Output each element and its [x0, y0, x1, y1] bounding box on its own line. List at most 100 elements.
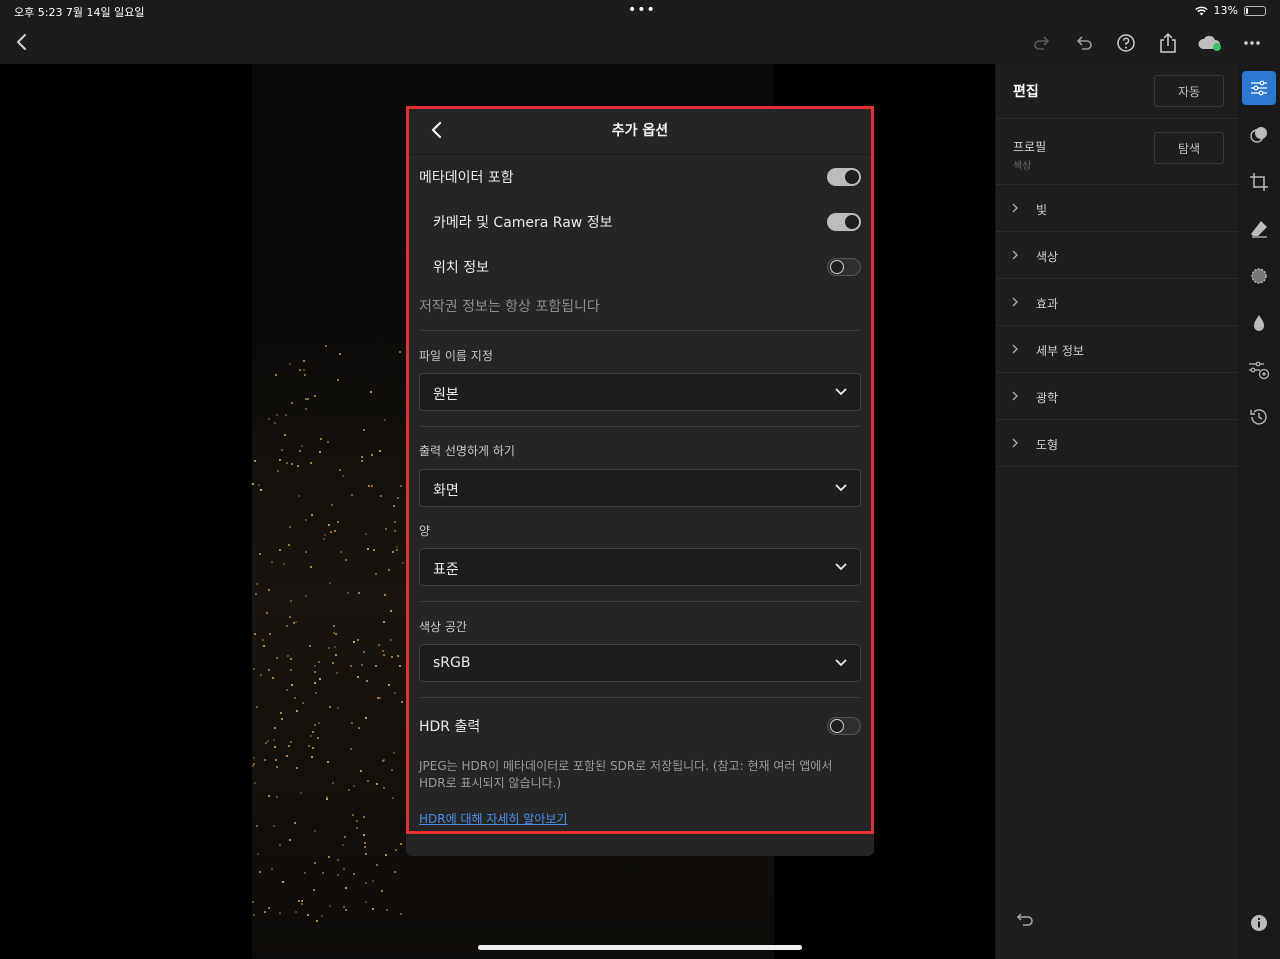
browse-button[interactable]: 탐색	[1154, 132, 1224, 164]
section-light[interactable]: 빛	[996, 185, 1238, 232]
presets-icon[interactable]	[1242, 353, 1276, 387]
city-light	[372, 549, 375, 552]
back-icon[interactable]	[12, 30, 32, 54]
chevron-right-icon	[1012, 203, 1018, 213]
color-drop-icon[interactable]	[1242, 306, 1276, 340]
location-toggle[interactable]	[827, 258, 861, 276]
city-light	[397, 654, 400, 657]
city-light	[336, 378, 339, 381]
hdr-learn-more-link[interactable]: HDR에 대해 자세히 알아보기	[419, 810, 567, 827]
city-light	[277, 470, 280, 473]
city-light	[332, 624, 335, 627]
city-light	[283, 433, 286, 436]
city-light	[308, 644, 311, 647]
city-light	[273, 422, 276, 425]
city-light	[285, 414, 288, 416]
city-light	[253, 667, 256, 670]
filename-value: 원본	[433, 387, 459, 403]
city-light	[288, 838, 291, 841]
chevron-right-icon	[1012, 438, 1018, 448]
city-light	[321, 872, 324, 875]
history-icon[interactable]	[1242, 400, 1276, 434]
city-light	[350, 748, 353, 751]
section-effects[interactable]: 효과	[996, 279, 1238, 326]
city-light	[334, 646, 337, 649]
city-light	[362, 815, 365, 818]
additional-options-dialog: 추가 옵션 메타데이터 포함 카메라 및 Camera Raw 정보 위치 정보…	[406, 106, 874, 856]
city-light	[329, 705, 332, 708]
section-color[interactable]: 색상	[996, 232, 1238, 279]
city-light	[303, 368, 305, 371]
section-detail[interactable]: 세부 정보	[996, 326, 1238, 373]
city-light	[289, 600, 292, 603]
auto-button[interactable]: 자동	[1154, 75, 1224, 107]
city-light	[259, 488, 262, 491]
filename-select[interactable]: 원본	[419, 373, 861, 411]
city-light	[312, 888, 315, 891]
amount-select[interactable]: 표준	[419, 548, 861, 586]
city-light	[399, 843, 402, 846]
section-optics[interactable]: 광학	[996, 373, 1238, 420]
camera-raw-toggle[interactable]	[827, 213, 861, 231]
undo-icon[interactable]	[1066, 28, 1102, 58]
share-icon[interactable]	[1150, 28, 1186, 58]
selective-icon[interactable]	[1242, 259, 1276, 293]
city-light	[388, 568, 391, 571]
city-light	[296, 464, 299, 467]
city-light	[254, 782, 257, 785]
city-light	[294, 621, 297, 624]
hdr-toggle[interactable]	[827, 717, 861, 735]
city-light	[385, 853, 388, 856]
profile-row: 프로필 색상 탐색	[996, 119, 1238, 185]
sharpen-select[interactable]: 화면	[419, 469, 861, 507]
section-label: 세부 정보	[1036, 344, 1084, 358]
reset-icon[interactable]	[1014, 909, 1036, 929]
metadata-toggle[interactable]	[827, 168, 861, 186]
city-light	[256, 853, 259, 856]
cloud-sync-icon[interactable]	[1192, 28, 1228, 58]
city-light	[390, 639, 393, 641]
city-light	[326, 441, 329, 444]
city-light	[275, 766, 278, 768]
city-light	[253, 757, 256, 760]
profile-value: 색상	[1013, 161, 1032, 172]
section-label: 도형	[1036, 438, 1059, 452]
colorspace-select[interactable]: sRGB	[419, 644, 861, 682]
masking-icon[interactable]	[1242, 118, 1276, 152]
city-light	[253, 460, 256, 462]
city-light	[307, 745, 310, 747]
city-light	[254, 593, 257, 596]
section-label: 빛	[1036, 203, 1048, 217]
help-icon[interactable]	[1108, 28, 1144, 58]
city-light	[252, 762, 255, 765]
city-light	[321, 915, 324, 918]
toggle-knob	[830, 719, 844, 733]
healing-icon[interactable]	[1242, 212, 1276, 246]
city-light	[344, 909, 347, 912]
city-light	[293, 696, 296, 699]
city-light	[367, 485, 370, 488]
city-light	[366, 779, 369, 782]
edit-sliders-icon[interactable]	[1242, 71, 1276, 105]
multitasking-dots[interactable]: •••	[628, 2, 656, 18]
status-bar: 오후 5:23 7월 14일 일요일 ••• 13%	[0, 0, 1280, 22]
hdr-label: HDR 출력	[419, 719, 481, 735]
city-light	[297, 495, 300, 498]
city-light	[278, 843, 281, 846]
home-indicator[interactable]	[478, 945, 802, 950]
city-light	[274, 746, 276, 749]
chevron-down-icon	[835, 484, 847, 492]
city-light	[391, 796, 394, 799]
city-light	[278, 912, 281, 915]
chevron-right-icon	[1012, 250, 1018, 260]
city-light	[382, 653, 385, 656]
city-light	[267, 668, 270, 671]
city-light	[289, 669, 292, 671]
more-icon[interactable]	[1234, 28, 1270, 58]
info-icon[interactable]	[1242, 906, 1276, 940]
section-geometry[interactable]: 도형	[996, 420, 1238, 467]
city-light	[287, 744, 290, 747]
redo-icon[interactable]	[1024, 28, 1060, 58]
crop-icon[interactable]	[1242, 165, 1276, 199]
divider	[419, 426, 861, 427]
